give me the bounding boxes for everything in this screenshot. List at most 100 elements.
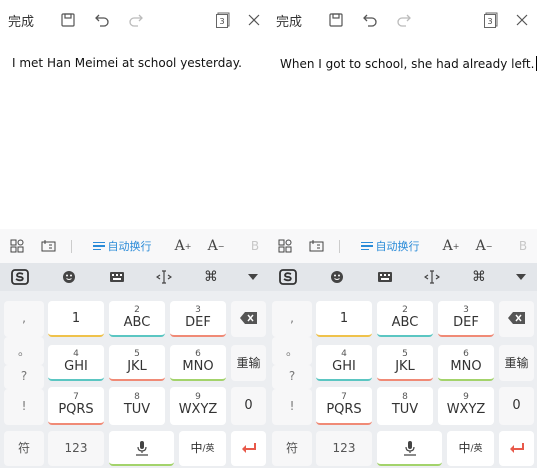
key-4-ghi[interactable]: 4 GHI (48, 345, 104, 381)
punct-key-comma[interactable]: , (272, 301, 312, 337)
punct-key-exclaim[interactable]: ! (272, 389, 312, 425)
save-icon[interactable] (58, 0, 78, 40)
save-icon[interactable] (326, 0, 346, 40)
keyboard-icon[interactable] (371, 263, 399, 291)
wrap-lines-icon (92, 241, 105, 251)
key-8-tuv[interactable]: 8 TUV (377, 387, 433, 425)
keyboard-function-bar: ⌘ (0, 263, 268, 291)
page-count-icon[interactable]: 3 (481, 0, 501, 40)
collapse-keyboard-icon[interactable] (508, 263, 534, 291)
editor-toolbar: 完成 3 (0, 0, 268, 40)
key-0[interactable]: 0 (231, 387, 266, 425)
key-9-wxyz[interactable]: 9 WXYZ (170, 387, 226, 425)
key-7-pqrs[interactable]: 7 PQRS (316, 387, 372, 425)
redo-icon[interactable] (394, 0, 414, 40)
sogou-logo-icon[interactable] (6, 263, 34, 291)
key-5-jkl[interactable]: 5 JKL (109, 345, 165, 381)
bold-button[interactable]: B (246, 229, 264, 263)
reenter-button[interactable]: 重输 (231, 345, 266, 381)
punct-key-question[interactable]: ? (4, 365, 44, 389)
symbol-button[interactable]: 符 (4, 431, 44, 466)
note-text[interactable]: I met Han Meimei at school yesterday. (12, 56, 242, 70)
close-icon[interactable] (512, 0, 532, 40)
key-8-tuv[interactable]: 8 TUV (109, 387, 165, 425)
auto-wrap-toggle[interactable]: 自动换行 (355, 229, 425, 263)
punct-key-question[interactable]: ? (272, 365, 312, 389)
emoji-icon[interactable] (55, 263, 83, 291)
punct-key-period[interactable]: 。 (272, 337, 312, 365)
note-text-content: When I got to school, she had already le… (280, 56, 535, 71)
enter-icon[interactable] (499, 431, 534, 466)
layout-grid-icon[interactable] (6, 229, 28, 263)
redo-icon[interactable] (126, 0, 146, 40)
toolbar-divider (71, 240, 72, 253)
bold-button[interactable]: B (514, 229, 532, 263)
key-2-abc[interactable]: 2 ABC (377, 301, 433, 337)
backspace-icon[interactable] (499, 301, 534, 337)
key-9-wxyz[interactable]: 9 WXYZ (438, 387, 494, 425)
reenter-button[interactable]: 重输 (499, 345, 534, 381)
microphone-icon (403, 440, 416, 456)
cursor-move-icon[interactable] (418, 263, 446, 291)
text-box-icon[interactable] (37, 229, 59, 263)
page-count-label: 3 (219, 16, 225, 26)
wrap-lines-icon (360, 241, 373, 251)
key-7-pqrs[interactable]: 7 PQRS (48, 387, 104, 425)
punct-key-period[interactable]: 。 (4, 337, 44, 365)
note-pane-right: 完成 3 When I got to school, she had alrea… (268, 0, 537, 468)
lang-switch-button[interactable]: 中/英 (447, 431, 494, 466)
emoji-icon[interactable] (323, 263, 351, 291)
keyboard-toolbar: 自动换行 A + A − B (268, 229, 537, 263)
microphone-icon (135, 440, 148, 456)
toolbar-divider (339, 240, 340, 253)
note-text[interactable]: When I got to school, she had already le… (280, 56, 537, 71)
keyboard: 自动换行 A + A − B ⌘ , 。 ? ! 1 2 ABC 3 DEF 4… (0, 229, 268, 468)
key-0[interactable]: 0 (499, 387, 534, 425)
undo-icon[interactable] (92, 0, 112, 40)
key-3-def[interactable]: 3 DEF (438, 301, 494, 337)
command-icon[interactable]: ⌘ (465, 263, 493, 291)
punct-key-comma[interactable]: , (4, 301, 44, 337)
page-count-icon[interactable]: 3 (213, 0, 233, 40)
sogou-logo-icon[interactable] (274, 263, 302, 291)
key-1[interactable]: 1 (316, 301, 372, 337)
punct-key-exclaim[interactable]: ! (4, 389, 44, 425)
keyboard-function-bar: ⌘ (268, 263, 537, 291)
done-button[interactable]: 完成 (8, 0, 34, 40)
key-6-mno[interactable]: 6 MNO (438, 345, 494, 381)
text-box-icon[interactable] (305, 229, 327, 263)
key-1[interactable]: 1 (48, 301, 104, 337)
editor-toolbar: 完成 3 (268, 0, 537, 40)
lang-switch-button[interactable]: 中/英 (179, 431, 226, 466)
font-size-up-button[interactable]: A + (172, 229, 194, 263)
key-4-ghi[interactable]: 4 GHI (316, 345, 372, 381)
auto-wrap-label: 自动换行 (107, 240, 152, 253)
font-size-down-button[interactable]: A − (205, 229, 227, 263)
keyboard-icon[interactable] (103, 263, 131, 291)
note-text-content: I met Han Meimei at school yesterday. (12, 56, 242, 70)
numeric-button[interactable]: 123 (48, 431, 104, 466)
collapse-keyboard-icon[interactable] (240, 263, 266, 291)
layout-grid-icon[interactable] (274, 229, 296, 263)
cursor-move-icon[interactable] (150, 263, 178, 291)
symbol-button[interactable]: 符 (272, 431, 312, 466)
enter-icon[interactable] (231, 431, 266, 466)
font-size-up-button[interactable]: A + (440, 229, 462, 263)
key-3-def[interactable]: 3 DEF (170, 301, 226, 337)
key-6-mno[interactable]: 6 MNO (170, 345, 226, 381)
auto-wrap-toggle[interactable]: 自动换行 (87, 229, 157, 263)
command-icon[interactable]: ⌘ (197, 263, 225, 291)
page-count-label: 3 (487, 16, 493, 26)
backspace-icon[interactable] (231, 301, 266, 337)
done-button[interactable]: 完成 (276, 0, 302, 40)
space-key[interactable] (377, 431, 442, 466)
font-size-down-button[interactable]: A − (473, 229, 495, 263)
key-2-abc[interactable]: 2 ABC (109, 301, 165, 337)
numeric-button[interactable]: 123 (316, 431, 372, 466)
undo-icon[interactable] (360, 0, 380, 40)
keyboard-toolbar: 自动换行 A + A − B (0, 229, 268, 263)
space-key[interactable] (109, 431, 174, 466)
key-5-jkl[interactable]: 5 JKL (377, 345, 433, 381)
close-icon[interactable] (244, 0, 264, 40)
auto-wrap-label: 自动换行 (375, 240, 420, 253)
